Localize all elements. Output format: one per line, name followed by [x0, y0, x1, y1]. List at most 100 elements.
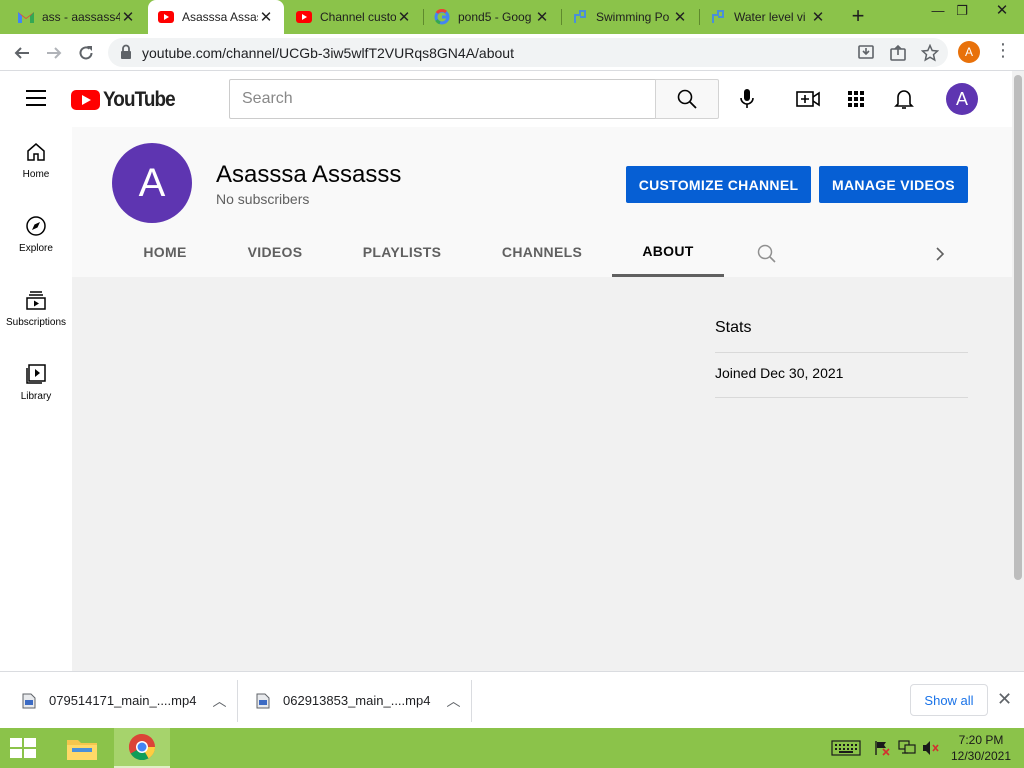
- guide-item-home[interactable]: Home: [0, 127, 72, 193]
- install-app-icon[interactable]: [857, 44, 875, 62]
- manage-videos-button[interactable]: MANAGE VIDEOS: [819, 166, 968, 203]
- download-shelf: 079514171_main_....mp4 ︿ 062913853_main_…: [0, 671, 1024, 728]
- guide-item-explore[interactable]: Explore: [0, 201, 72, 267]
- tab-water-level[interactable]: Water level vi ✕: [700, 0, 836, 34]
- guide-label: Subscriptions: [5, 317, 67, 328]
- window-close-button[interactable]: ✕: [986, 0, 1018, 24]
- tab-playlists[interactable]: PLAYLISTS: [347, 227, 457, 277]
- close-icon[interactable]: ✕: [120, 8, 136, 26]
- close-icon[interactable]: ✕: [534, 8, 550, 26]
- tab-channel-custom[interactable]: Channel custo ✕: [286, 0, 422, 34]
- channel-search-icon[interactable]: [757, 244, 777, 264]
- menu-icon[interactable]: [26, 90, 46, 108]
- close-icon[interactable]: ✕: [258, 8, 274, 26]
- tab-title: Swimming Po: [596, 10, 670, 24]
- compass-icon: [26, 216, 46, 236]
- youtube-header: YouTube A: [0, 71, 1012, 127]
- page-scrollbar[interactable]: [1012, 71, 1024, 671]
- voice-search-button[interactable]: [731, 83, 763, 115]
- bookmark-star-icon[interactable]: [921, 44, 939, 62]
- channel-content: A Asasssa Assasss No subscribers CUSTOMI…: [72, 127, 1012, 671]
- notifications-bell-icon[interactable]: [892, 87, 916, 111]
- home-icon: [27, 143, 45, 161]
- divider: [715, 352, 968, 353]
- action-center-flag-icon[interactable]: [874, 740, 890, 756]
- channel-avatar[interactable]: A: [112, 143, 192, 223]
- tab-youtube-active[interactable]: Asasssa Assass ✕: [148, 0, 284, 34]
- show-all-button[interactable]: Show all: [910, 684, 988, 716]
- channel-name: Asasssa Assasss: [216, 161, 402, 188]
- tab-title: ass - aassass4: [42, 10, 120, 24]
- file-explorer-button[interactable]: [54, 728, 110, 768]
- tab-home[interactable]: HOME: [122, 227, 208, 277]
- browser-tab-strip: ass - aassass4 ✕ Asasssa Assass ✕ Channe…: [0, 0, 1024, 34]
- browser-toolbar: youtube.com/channel/UCGb-3iw5wlfT2VURqs8…: [0, 34, 1024, 71]
- tab-channels[interactable]: CHANNELS: [487, 227, 597, 277]
- chrome-icon: [128, 733, 156, 761]
- create-video-icon[interactable]: [796, 87, 820, 111]
- download-item[interactable]: 079514171_main_....mp4 ︿: [22, 672, 226, 729]
- search-box[interactable]: [229, 79, 656, 119]
- close-icon[interactable]: ✕: [810, 8, 826, 26]
- video-file-icon: [22, 693, 36, 708]
- restore-button[interactable]: ❐: [946, 0, 978, 24]
- reload-icon: [79, 46, 93, 60]
- download-item[interactable]: 062913853_main_....mp4 ︿: [256, 672, 460, 729]
- taskbar-clock[interactable]: 7:20 PM 12/30/2021: [946, 732, 1016, 764]
- chevron-right-icon[interactable]: [932, 244, 948, 264]
- tab-title: Channel custo: [320, 10, 396, 24]
- guide-item-subscriptions[interactable]: Subscriptions: [0, 275, 72, 341]
- tab-google[interactable]: pond5 - Goog ✕: [424, 0, 560, 34]
- video-file-icon: [256, 693, 270, 708]
- tab-gmail[interactable]: ass - aassass4 ✕: [8, 0, 146, 34]
- pond5-icon: [710, 9, 726, 25]
- scrollbar-thumb[interactable]: [1014, 75, 1022, 580]
- browser-menu-icon[interactable]: ⋮: [994, 40, 1012, 64]
- youtube-logo[interactable]: YouTube: [71, 88, 183, 112]
- close-icon[interactable]: ✕: [396, 8, 412, 26]
- tab-videos[interactable]: VIDEOS: [230, 227, 320, 277]
- volume-muted-icon[interactable]: [922, 740, 940, 756]
- close-icon[interactable]: ✕: [997, 689, 1012, 710]
- chevron-up-icon[interactable]: ︿: [212, 691, 226, 711]
- download-filename: 062913853_main_....mp4: [283, 693, 431, 708]
- youtube-play-icon: [71, 90, 100, 110]
- tab-title: Asasssa Assass: [182, 10, 258, 24]
- pond5-icon: [572, 9, 588, 25]
- clock-time: 7:20 PM: [958, 733, 1004, 747]
- guide-item-library[interactable]: Library: [0, 349, 72, 415]
- divider: [471, 680, 472, 722]
- account-avatar[interactable]: A: [946, 83, 978, 115]
- forward-button[interactable]: [41, 40, 67, 66]
- guide-label: Library: [20, 391, 52, 402]
- chevron-up-icon[interactable]: ︿: [446, 691, 460, 711]
- subscriber-count: No subscribers: [216, 191, 310, 207]
- profile-avatar[interactable]: A: [958, 41, 980, 63]
- search-button[interactable]: [655, 79, 719, 119]
- share-icon[interactable]: [889, 44, 907, 62]
- tab-swimming[interactable]: Swimming Po ✕: [562, 0, 698, 34]
- gmail-icon: [18, 9, 34, 25]
- apps-grid-icon[interactable]: [844, 87, 868, 111]
- new-tab-button[interactable]: +: [846, 5, 870, 29]
- divider: [715, 397, 968, 398]
- youtube-page: YouTube A Home Explore Subscriptions: [0, 71, 1024, 671]
- subscriptions-icon: [26, 291, 46, 310]
- back-arrow-icon: [14, 47, 29, 59]
- guide-label: Home: [22, 169, 50, 180]
- tab-title: Water level vi: [734, 10, 806, 24]
- close-icon[interactable]: ✕: [672, 8, 688, 26]
- taskbar: 7:20 PM 12/30/2021: [0, 728, 1024, 768]
- windows-start-icon[interactable]: [8, 737, 38, 759]
- tab-about[interactable]: ABOUT: [612, 227, 724, 277]
- youtube-icon: [296, 9, 312, 25]
- back-button[interactable]: [9, 40, 35, 66]
- customize-channel-button[interactable]: CUSTOMIZE CHANNEL: [626, 166, 811, 203]
- keyboard-icon[interactable]: [831, 740, 861, 756]
- reload-button[interactable]: [73, 40, 99, 66]
- address-bar[interactable]: youtube.com/channel/UCGb-3iw5wlfT2VURqs8…: [108, 38, 948, 67]
- network-icon[interactable]: [898, 740, 916, 756]
- chrome-taskbar-button[interactable]: [114, 728, 170, 768]
- search-icon: [677, 89, 697, 109]
- search-input[interactable]: [230, 80, 655, 118]
